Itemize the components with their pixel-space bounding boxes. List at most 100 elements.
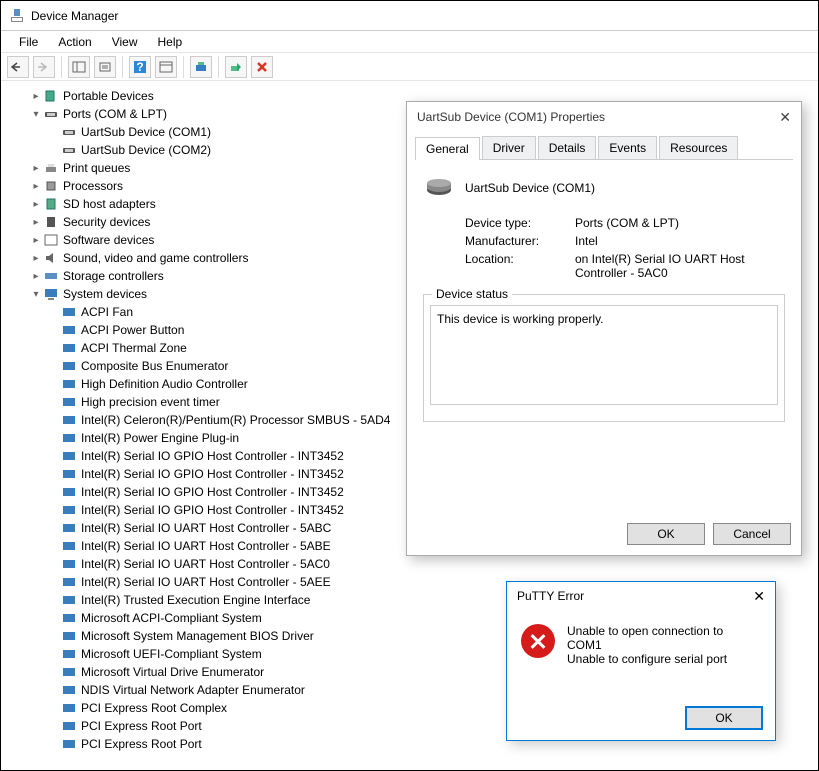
- properties-title: UartSub Device (COM1) Properties: [417, 110, 605, 124]
- sysdev-icon: [61, 430, 77, 446]
- label-location: Location:: [465, 252, 575, 266]
- tree-item[interactable]: ▸PCI Express Root Port: [11, 717, 411, 735]
- tree-item-print-queues[interactable]: ▸Print queues: [11, 159, 411, 177]
- sysdev-icon: [61, 592, 77, 608]
- tree-item[interactable]: ▸Microsoft UEFI-Compliant System: [11, 645, 411, 663]
- show-hide-button[interactable]: [68, 56, 90, 78]
- tree-item-uart-com2[interactable]: ▸UartSub Device (COM2): [11, 141, 411, 159]
- sysdev-icon: [61, 556, 77, 572]
- putty-ok-button[interactable]: OK: [685, 706, 763, 730]
- sysdev-icon: [61, 538, 77, 554]
- tree-item[interactable]: ▸Intel(R) Power Engine Plug-in: [11, 429, 411, 447]
- sysdev-icon: [61, 358, 77, 374]
- properties-button[interactable]: [94, 56, 116, 78]
- tree-item[interactable]: ▸Intel(R) Serial IO GPIO Host Controller…: [11, 465, 411, 483]
- tree-item[interactable]: ▸Composite Bus Enumerator: [11, 357, 411, 375]
- printer-icon: [43, 160, 59, 176]
- toolbar: ?: [1, 53, 818, 81]
- tree-item-storage[interactable]: ▸Storage controllers: [11, 267, 411, 285]
- storage-icon: [43, 268, 59, 284]
- uninstall-button[interactable]: [251, 56, 273, 78]
- tree-item-software[interactable]: ▸Software devices: [11, 231, 411, 249]
- enable-button[interactable]: [225, 56, 247, 78]
- tree-item-ports[interactable]: ▾Ports (COM & LPT): [11, 105, 411, 123]
- tree-item[interactable]: ▸High precision event timer: [11, 393, 411, 411]
- forward-button[interactable]: [33, 56, 55, 78]
- tree-item[interactable]: ▸ACPI Fan: [11, 303, 411, 321]
- tree-item[interactable]: ▸Intel(R) Serial IO UART Host Controller…: [11, 555, 411, 573]
- tab-events[interactable]: Events: [598, 136, 657, 159]
- port-icon: [43, 106, 59, 122]
- sysdev-icon: [61, 700, 77, 716]
- device-status-text: This device is working properly.: [430, 305, 778, 405]
- sysdev-icon: [61, 376, 77, 392]
- tab-driver[interactable]: Driver: [482, 136, 536, 159]
- putty-error-dialog: PuTTY Error ✕ Unable to open connection …: [506, 581, 776, 741]
- tree-item-processors[interactable]: ▸Processors: [11, 177, 411, 195]
- tree-item[interactable]: ▸Intel(R) Serial IO UART Host Controller…: [11, 573, 411, 591]
- tree-item[interactable]: ▸ACPI Power Button: [11, 321, 411, 339]
- putty-title: PuTTY Error: [517, 589, 584, 603]
- device-icon: [43, 88, 59, 104]
- menu-action[interactable]: Action: [48, 33, 101, 51]
- tab-general[interactable]: General: [415, 137, 480, 160]
- tree-item-security[interactable]: ▸Security devices: [11, 213, 411, 231]
- cancel-button[interactable]: Cancel: [713, 523, 791, 545]
- tree-item[interactable]: ▸Intel(R) Serial IO GPIO Host Controller…: [11, 447, 411, 465]
- menu-view[interactable]: View: [102, 33, 148, 51]
- sysdev-icon: [61, 394, 77, 410]
- tree-item[interactable]: ▸Intel(R) Celeron(R)/Pentium(R) Processo…: [11, 411, 411, 429]
- device-status-group: Device status This device is working pro…: [423, 294, 785, 422]
- device-name: UartSub Device (COM1): [465, 181, 595, 195]
- properties-tabs: General Driver Details Events Resources: [415, 136, 793, 160]
- device-large-icon: [423, 176, 455, 200]
- sysdev-icon: [61, 484, 77, 500]
- sysdev-icon: [61, 340, 77, 356]
- tree-item-portable[interactable]: ▸Portable Devices: [11, 87, 411, 105]
- port-icon: [61, 142, 77, 158]
- properties-dialog: UartSub Device (COM1) Properties ✕ Gener…: [406, 101, 802, 556]
- tree-item[interactable]: ▸Intel(R) Serial IO GPIO Host Controller…: [11, 501, 411, 519]
- sysdev-icon: [61, 664, 77, 680]
- titlebar: Device Manager: [1, 1, 818, 31]
- error-icon: [521, 624, 555, 658]
- tree-item[interactable]: ▸Microsoft ACPI-Compliant System: [11, 609, 411, 627]
- label-manufacturer: Manufacturer:: [465, 234, 575, 248]
- menu-file[interactable]: File: [9, 33, 48, 51]
- sysdev-icon: [61, 736, 77, 752]
- close-icon[interactable]: ✕: [753, 588, 765, 605]
- tree-item-uart-com1[interactable]: ▸UartSub Device (COM1): [11, 123, 411, 141]
- tree-item[interactable]: ▸Intel(R) Serial IO UART Host Controller…: [11, 537, 411, 555]
- tree-item[interactable]: ▸PCI Express Root Port: [11, 735, 411, 753]
- window-title: Device Manager: [31, 9, 118, 23]
- tree-item-system-devices[interactable]: ▾System devices: [11, 285, 411, 303]
- tree-item[interactable]: ▸High Definition Audio Controller: [11, 375, 411, 393]
- tree-item[interactable]: ▸Microsoft Virtual Drive Enumerator: [11, 663, 411, 681]
- detail-button[interactable]: [155, 56, 177, 78]
- tree-item[interactable]: ▸Microsoft System Management BIOS Driver: [11, 627, 411, 645]
- help-button[interactable]: ?: [129, 56, 151, 78]
- tab-details[interactable]: Details: [538, 136, 597, 159]
- ok-button[interactable]: OK: [627, 523, 705, 545]
- menu-help[interactable]: Help: [148, 33, 193, 51]
- sound-icon: [43, 250, 59, 266]
- sysdev-icon: [61, 718, 77, 734]
- putty-message-line2: Unable to configure serial port: [567, 652, 761, 666]
- value-location: on Intel(R) Serial IO UART Host Controll…: [575, 252, 785, 280]
- sysdev-icon: [61, 448, 77, 464]
- tree-item[interactable]: ▸Intel(R) Serial IO UART Host Controller…: [11, 519, 411, 537]
- tab-resources[interactable]: Resources: [659, 136, 738, 159]
- tree-item-sd-host[interactable]: ▸SD host adapters: [11, 195, 411, 213]
- scan-button[interactable]: [190, 56, 212, 78]
- tree-item[interactable]: ▸ACPI Thermal Zone: [11, 339, 411, 357]
- tree-item[interactable]: ▸Intel(R) Serial IO GPIO Host Controller…: [11, 483, 411, 501]
- app-icon: [9, 8, 25, 24]
- tree-item[interactable]: ▸Intel(R) Trusted Execution Engine Inter…: [11, 591, 411, 609]
- device-tree[interactable]: ▸Portable Devices ▾Ports (COM & LPT) ▸Ua…: [11, 83, 411, 763]
- tree-item[interactable]: ▸PCI Express Root Complex: [11, 699, 411, 717]
- tree-item-sound[interactable]: ▸Sound, video and game controllers: [11, 249, 411, 267]
- back-button[interactable]: [7, 56, 29, 78]
- tree-item[interactable]: ▸NDIS Virtual Network Adapter Enumerator: [11, 681, 411, 699]
- close-icon[interactable]: ✕: [779, 109, 791, 126]
- menubar: File Action View Help: [1, 31, 818, 53]
